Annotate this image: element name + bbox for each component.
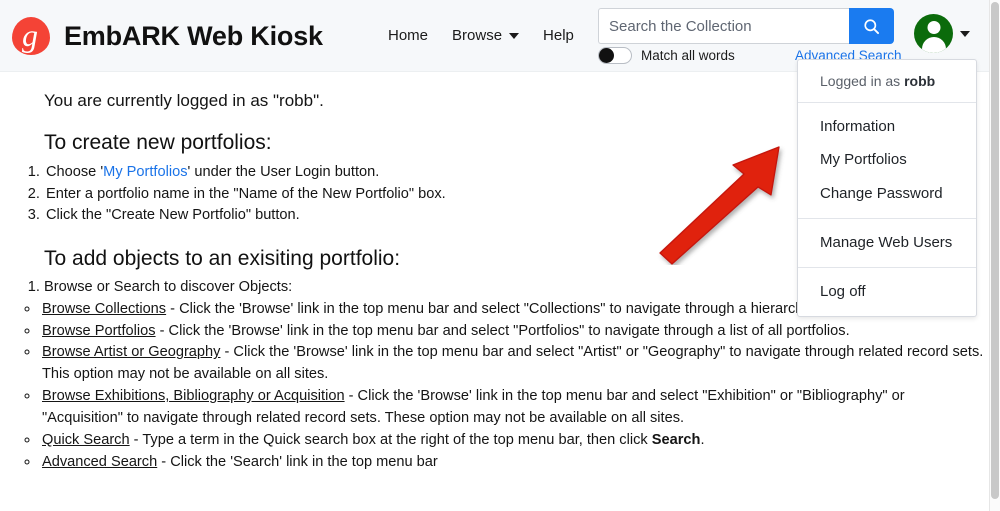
vertical-scrollbar-thumb[interactable] xyxy=(991,2,999,499)
list-item: Browse Portfolios - Click the 'Browse' l… xyxy=(40,321,989,343)
menu-item-log-off[interactable]: Log off xyxy=(798,275,976,308)
page-root: g EmbARK Web Kiosk Home Browse Help Sear… xyxy=(0,0,1000,511)
advanced-search-list-text: - Click the 'Search' link in the top men… xyxy=(157,453,438,470)
nav-item-browse[interactable]: Browse xyxy=(452,27,520,44)
brand[interactable]: g EmbARK Web Kiosk xyxy=(8,14,323,58)
list-item: Advanced Search - Click the 'Search' lin… xyxy=(40,452,989,474)
browse-collections-link[interactable]: Browse Collections xyxy=(42,301,166,317)
browse-exhibitions-link[interactable]: Browse Exhibitions, Bibliography or Acqu… xyxy=(42,388,345,404)
user-avatar-icon xyxy=(914,14,953,53)
list-item: Quick Search - Type a term in the Quick … xyxy=(40,430,989,452)
site-title: EmbARK Web Kiosk xyxy=(64,20,323,51)
nav-item-browse-label: Browse xyxy=(452,27,503,44)
nav-item-home-label: Home xyxy=(388,27,429,44)
add-step-1-text: Browse or Search to discover Objects: xyxy=(44,278,293,295)
quick-search-text: - Type a term in the Quick search box at… xyxy=(129,432,652,449)
logged-in-username: robb xyxy=(904,73,936,89)
quick-search-bold-word: Search xyxy=(651,432,701,449)
user-dropdown-menu: Logged in as robb Information My Portfol… xyxy=(797,59,977,318)
vertical-scrollbar-track[interactable] xyxy=(989,0,1000,511)
menu-item-information[interactable]: Information xyxy=(798,110,976,143)
advanced-search-list-link[interactable]: Advanced Search xyxy=(42,454,157,470)
quick-search-link[interactable]: Quick Search xyxy=(42,432,130,448)
embark-g-logo-icon: g xyxy=(8,14,52,58)
menu-group-account: Information My Portfolios Change Passwor… xyxy=(798,103,976,218)
search-bar xyxy=(598,8,894,44)
search-button[interactable] xyxy=(849,8,894,44)
menu-group-session: Log off xyxy=(798,268,976,316)
main-navigation: Home Browse Help xyxy=(388,27,574,44)
avatar-chevron-down-icon xyxy=(960,30,970,37)
step-1-post: ' under the User Login button. xyxy=(187,164,380,180)
toggle-knob xyxy=(599,48,614,63)
step-1-pre: Choose ' xyxy=(46,164,104,180)
menu-item-my-portfolios[interactable]: My Portfolios xyxy=(798,143,976,176)
my-portfolios-link[interactable]: My Portfolios xyxy=(103,164,187,180)
search-icon xyxy=(864,18,880,34)
browse-artist-geography-link[interactable]: Browse Artist or Geography xyxy=(42,344,220,360)
match-all-words-label: Match all words xyxy=(641,48,735,63)
nav-item-home[interactable]: Home xyxy=(388,27,428,44)
match-all-words-row: Match all words xyxy=(598,47,735,64)
search-input[interactable] xyxy=(598,8,849,44)
list-item: Browse Exhibitions, Bibliography or Acqu… xyxy=(40,386,989,430)
menu-group-admin: Manage Web Users xyxy=(798,219,976,267)
nav-item-help[interactable]: Help xyxy=(543,27,574,44)
chevron-down-icon xyxy=(509,32,520,39)
browse-portfolios-text: - Click the 'Browse' link in the top men… xyxy=(155,322,850,339)
logged-in-as-label: Logged in as robb xyxy=(798,60,976,102)
browse-portfolios-link[interactable]: Browse Portfolios xyxy=(42,323,156,339)
menu-item-manage-web-users[interactable]: Manage Web Users xyxy=(798,226,976,259)
browse-options-list: Browse Collections - Click the 'Browse' … xyxy=(18,299,989,474)
logged-in-prefix: Logged in as xyxy=(820,73,905,89)
list-item: Browse Artist or Geography - Click the '… xyxy=(40,342,989,386)
quick-search-tail: . xyxy=(700,432,705,449)
nav-item-help-label: Help xyxy=(543,27,574,44)
user-avatar-button[interactable] xyxy=(914,14,970,53)
match-all-words-toggle[interactable] xyxy=(598,47,632,64)
menu-item-change-password[interactable]: Change Password xyxy=(798,177,976,210)
